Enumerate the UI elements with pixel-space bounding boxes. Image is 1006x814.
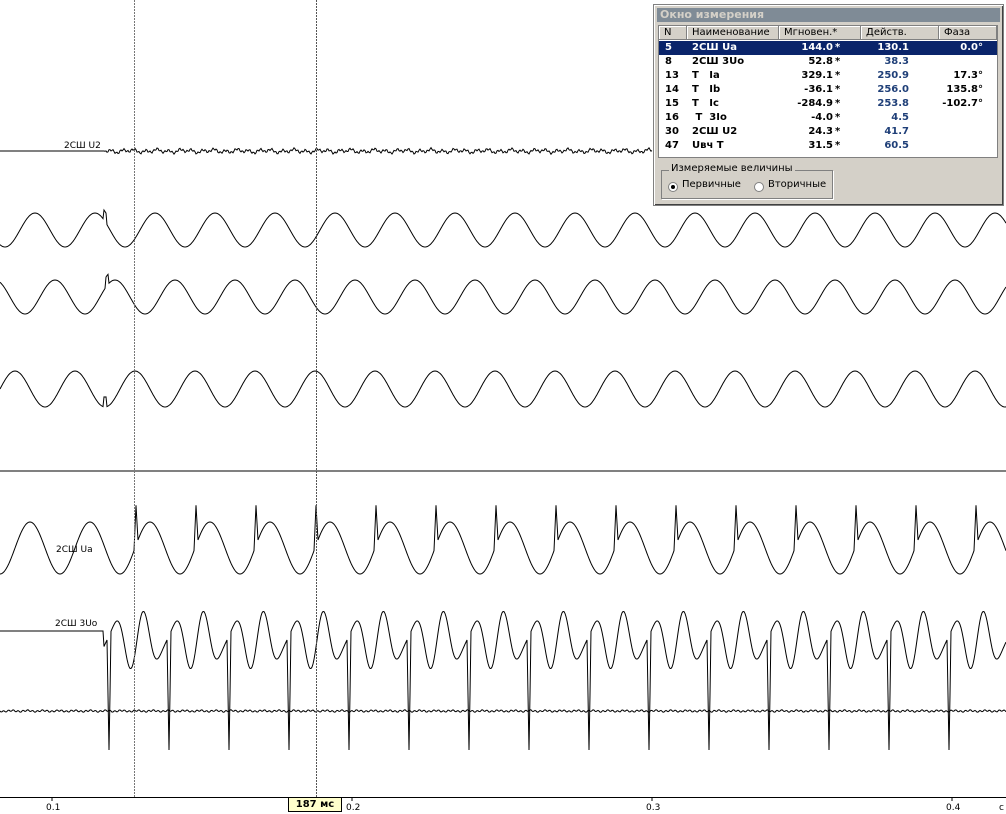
row-effective: 256.0 (877, 84, 909, 95)
row-instant: -36.1 (804, 84, 833, 95)
row-effective: 253.8 (877, 98, 909, 109)
row-number: 8 (665, 56, 672, 67)
measurement-row[interactable]: 15 T Ic -284.9 * 253.8 -102.7° (659, 97, 997, 111)
waveform-baseline (0, 709, 1006, 713)
measurement-row[interactable]: 8 2СШ 3Uo 52.8 * 38.3 (659, 55, 997, 69)
primary-radio[interactable] (668, 182, 678, 192)
row-name: 2СШ U2 (692, 126, 738, 137)
row-instant: 24.3 (808, 126, 833, 137)
row-name: 2СШ Ua (692, 42, 737, 53)
row-name: T Ia (692, 70, 720, 81)
tick-label-0-1: 0.1 (46, 803, 60, 813)
waveform-traces (0, 146, 1006, 751)
time-unit-label: с (999, 803, 1004, 813)
row-star: * (835, 42, 841, 53)
secondary-radio-label[interactable]: Вторичные (768, 179, 826, 190)
cursor-time-readout[interactable]: 187 мс (288, 797, 342, 812)
row-instant: -4.0 (811, 112, 833, 123)
measurement-row[interactable]: 30 2СШ U2 24.3 * 41.7 (659, 125, 997, 139)
row-star: * (835, 56, 841, 67)
row-effective: 250.9 (877, 70, 909, 81)
measurement-row[interactable]: 5 2СШ Ua 144.0 * 130.1 0.0° (659, 41, 997, 55)
row-effective: 41.7 (884, 126, 909, 137)
measurement-row[interactable]: 47 Uвч T 31.5 * 60.5 (659, 139, 997, 153)
row-name: T Ic (692, 98, 719, 109)
row-effective: 38.3 (884, 56, 909, 67)
row-star: * (835, 98, 841, 109)
row-name: 2СШ 3Uo (692, 56, 745, 67)
row-effective: 4.5 (891, 112, 909, 123)
measurement-window-title[interactable]: Окно измерения (657, 8, 1000, 22)
secondary-radio[interactable] (754, 182, 764, 192)
row-number: 15 (665, 98, 679, 109)
column-header-name[interactable]: Наименование (687, 26, 779, 40)
column-header-effective[interactable]: Действ. (861, 26, 939, 40)
row-phase: 135.8° (946, 84, 983, 95)
row-number: 5 (665, 42, 672, 53)
row-phase: 0.0° (960, 42, 983, 53)
row-star: * (835, 140, 841, 151)
measurement-window[interactable]: Окно измерения N Наименование Мгновен.* … (653, 4, 1004, 206)
measurement-row[interactable]: 16 T 3Io -4.0 * 4.5 (659, 111, 997, 125)
row-star: * (835, 84, 841, 95)
row-number: 16 (665, 112, 679, 123)
tick-label-0-2: 0.2 (346, 803, 360, 813)
waveform-ua (0, 505, 1006, 575)
row-name: Uвч T (692, 140, 724, 151)
row-star: * (835, 70, 841, 81)
channel-label-ua: 2СШ Ua (56, 545, 93, 555)
row-instant: 329.1 (801, 70, 833, 81)
row-instant: 31.5 (808, 140, 833, 151)
waveform-phase-b (0, 273, 1006, 315)
row-instant: 52.8 (808, 56, 833, 67)
tick-label-0-4: 0.4 (946, 803, 961, 813)
tick-label-0-3: 0.3 (646, 803, 660, 813)
row-number: 14 (665, 84, 679, 95)
waveform-3u0 (0, 610, 1006, 751)
row-number: 30 (665, 126, 679, 137)
row-number: 13 (665, 70, 679, 81)
measurement-row[interactable]: 13 T Ia 329.1 * 250.9 17.3° (659, 69, 997, 83)
measured-values-group-title: Измеряемые величины (669, 163, 795, 174)
row-instant: -284.9 (797, 98, 833, 109)
measurement-row[interactable]: 14 T Ib -36.1 * 256.0 135.8° (659, 83, 997, 97)
primary-radio-label[interactable]: Первичные (682, 179, 741, 190)
row-effective: 60.5 (884, 140, 909, 151)
measurement-table-header: N Наименование Мгновен.* Действ. Фаза (659, 26, 997, 40)
waveform-phase-a (0, 208, 1006, 248)
column-header-phase[interactable]: Фаза (939, 26, 997, 40)
channel-label-u2: 2СШ U2 (64, 141, 101, 151)
row-instant: 144.0 (801, 42, 833, 53)
column-header-instant[interactable]: Мгновен.* (779, 26, 861, 40)
row-effective: 130.1 (877, 42, 909, 53)
row-number: 47 (665, 140, 679, 151)
row-phase: 17.3° (953, 70, 983, 81)
column-header-n[interactable]: N (659, 26, 687, 40)
channel-label-3u0: 2СШ 3Uo (55, 619, 98, 629)
row-star: * (835, 126, 841, 137)
row-name: T Ib (692, 84, 721, 95)
measured-values-group: Измеряемые величины Первичные Вторичные (661, 163, 833, 199)
row-star: * (835, 112, 841, 123)
row-name: T 3Io (692, 112, 727, 123)
measurement-table[interactable]: N Наименование Мгновен.* Действ. Фаза 5 … (658, 25, 998, 158)
row-phase: -102.7° (942, 98, 983, 109)
waveform-phase-c (0, 370, 1006, 408)
